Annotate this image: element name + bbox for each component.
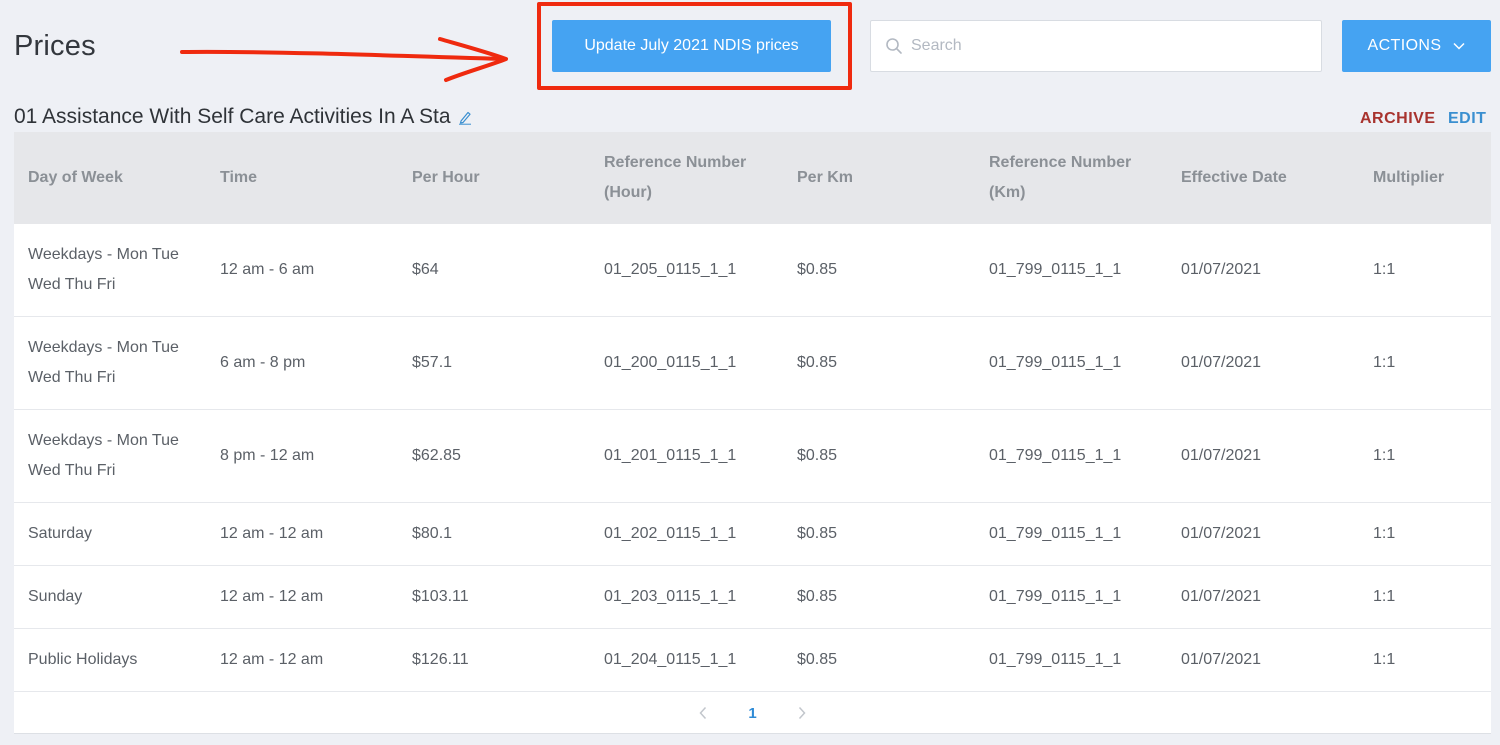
pagination: 1 [14, 692, 1491, 734]
cell-effective-date: 01/07/2021 [1181, 354, 1262, 371]
cell-line: Wed Thu Fri [28, 369, 116, 386]
cell-day-of-week: Weekdays - Mon Tue Wed Thu Fri [14, 240, 206, 300]
cell-day-of-week: Saturday [28, 525, 93, 542]
cell-per-hour: $64 [412, 261, 439, 278]
column-header-line: (Hour) [604, 184, 652, 201]
cell-reference-number-km: 01_799_0115_1_1 [989, 354, 1122, 371]
cell-per-km: $0.85 [797, 651, 838, 668]
cell-line: Wed Thu Fri [28, 276, 116, 293]
cell-multiplier: 1:1 [1373, 525, 1396, 542]
table-header: Day of Week Time Per Hour Reference Numb… [14, 132, 1491, 224]
search-input[interactable] [911, 37, 1291, 55]
chevron-left-icon[interactable] [698, 706, 708, 720]
cell-per-hour: $62.85 [412, 447, 461, 464]
cell-reference-number-hour: 01_200_0115_1_1 [604, 354, 737, 371]
cell-day-of-week: Weekdays - Mon Tue Wed Thu Fri [14, 426, 206, 486]
cell-time: 12 am - 6 am [220, 261, 315, 278]
cell-effective-date: 01/07/2021 [1181, 588, 1262, 605]
table-row: Weekdays - Mon Tue Wed Thu Fri 8 pm - 12… [14, 410, 1491, 503]
cell-line: Weekdays - Mon Tue [28, 339, 179, 356]
cell-per-km: $0.85 [797, 354, 838, 371]
cell-line: Weekdays - Mon Tue [28, 432, 179, 449]
cell-reference-number-hour: 01_205_0115_1_1 [604, 261, 737, 278]
table-row: Saturday 12 am - 12 am $80.1 01_202_0115… [14, 503, 1491, 566]
column-header-per-km: Per Km [797, 169, 854, 186]
search-icon [886, 38, 902, 54]
cell-per-km: $0.85 [797, 447, 838, 464]
chevron-down-icon [1453, 42, 1465, 50]
cell-effective-date: 01/07/2021 [1181, 447, 1262, 464]
page-number-current[interactable]: 1 [748, 705, 756, 722]
cell-reference-number-hour: 01_203_0115_1_1 [604, 588, 737, 605]
cell-effective-date: 01/07/2021 [1181, 525, 1262, 542]
cell-multiplier: 1:1 [1373, 447, 1396, 464]
cell-time: 12 am - 12 am [220, 588, 324, 605]
cell-time: 8 pm - 12 am [220, 447, 315, 464]
cell-day-of-week: Sunday [28, 588, 83, 605]
pencil-icon[interactable] [457, 109, 473, 125]
cell-multiplier: 1:1 [1373, 651, 1396, 668]
column-header-effective-date: Effective Date [1181, 169, 1287, 186]
cell-reference-number-km: 01_799_0115_1_1 [989, 651, 1122, 668]
table-row: Weekdays - Mon Tue Wed Thu Fri 12 am - 6… [14, 224, 1491, 317]
column-header-reference-number-hour: Reference Number (Hour) [590, 148, 783, 208]
cell-reference-number-km: 01_799_0115_1_1 [989, 588, 1122, 605]
cell-per-hour: $103.11 [412, 588, 469, 605]
column-header-time: Time [220, 169, 258, 186]
annotation-arrow [180, 37, 508, 82]
cell-per-hour: $80.1 [412, 525, 453, 542]
column-header-reference-number-km: Reference Number (Km) [975, 148, 1167, 208]
actions-label: ACTIONS [1367, 37, 1442, 54]
column-header-line: Reference Number [604, 154, 747, 171]
cell-per-hour: $126.11 [412, 651, 469, 668]
cell-multiplier: 1:1 [1373, 354, 1396, 371]
column-header-line: (Km) [989, 184, 1026, 201]
cell-day-of-week: Public Holidays [28, 651, 138, 668]
cell-reference-number-hour: 01_204_0115_1_1 [604, 651, 737, 668]
cell-effective-date: 01/07/2021 [1181, 261, 1262, 278]
cell-per-hour: $57.1 [412, 354, 453, 371]
cell-time: 12 am - 12 am [220, 525, 324, 542]
column-header-day-of-week: Day of Week [28, 169, 123, 186]
cell-per-km: $0.85 [797, 525, 838, 542]
table-row: Sunday 12 am - 12 am $103.11 01_203_0115… [14, 566, 1491, 629]
chevron-right-icon[interactable] [797, 706, 807, 720]
actions-dropdown-button[interactable]: ACTIONS [1342, 20, 1491, 72]
update-ndis-prices-button[interactable]: Update July 2021 NDIS prices [552, 20, 831, 72]
page-title: Prices [14, 30, 96, 62]
table-row: Weekdays - Mon Tue Wed Thu Fri 6 am - 8 … [14, 317, 1491, 410]
cell-reference-number-km: 01_799_0115_1_1 [989, 447, 1122, 464]
cell-reference-number-km: 01_799_0115_1_1 [989, 261, 1122, 278]
column-header-per-hour: Per Hour [412, 169, 480, 186]
column-header-multiplier: Multiplier [1373, 169, 1445, 186]
edit-link[interactable]: EDIT [1448, 110, 1486, 128]
price-item-title: 01 Assistance With Self Care Activities … [14, 105, 473, 129]
column-header-line: Reference Number [989, 154, 1132, 171]
cell-multiplier: 1:1 [1373, 261, 1396, 278]
cell-multiplier: 1:1 [1373, 588, 1396, 605]
search-box[interactable] [870, 20, 1322, 72]
cell-time: 12 am - 12 am [220, 651, 324, 668]
price-item-title-text: 01 Assistance With Self Care Activities … [14, 105, 451, 128]
cell-effective-date: 01/07/2021 [1181, 651, 1262, 668]
cell-day-of-week: Weekdays - Mon Tue Wed Thu Fri [14, 333, 206, 393]
cell-line: Weekdays - Mon Tue [28, 246, 179, 263]
cell-reference-number-hour: 01_202_0115_1_1 [604, 525, 737, 542]
cell-per-km: $0.85 [797, 261, 838, 278]
cell-per-km: $0.85 [797, 588, 838, 605]
cell-reference-number-hour: 01_201_0115_1_1 [604, 447, 737, 464]
cell-time: 6 am - 8 pm [220, 354, 306, 371]
cell-line: Wed Thu Fri [28, 462, 116, 479]
prices-table: Day of Week Time Per Hour Reference Numb… [14, 132, 1491, 734]
archive-link[interactable]: ARCHIVE [1360, 110, 1436, 128]
table-row: Public Holidays 12 am - 12 am $126.11 01… [14, 629, 1491, 692]
cell-reference-number-km: 01_799_0115_1_1 [989, 525, 1122, 542]
